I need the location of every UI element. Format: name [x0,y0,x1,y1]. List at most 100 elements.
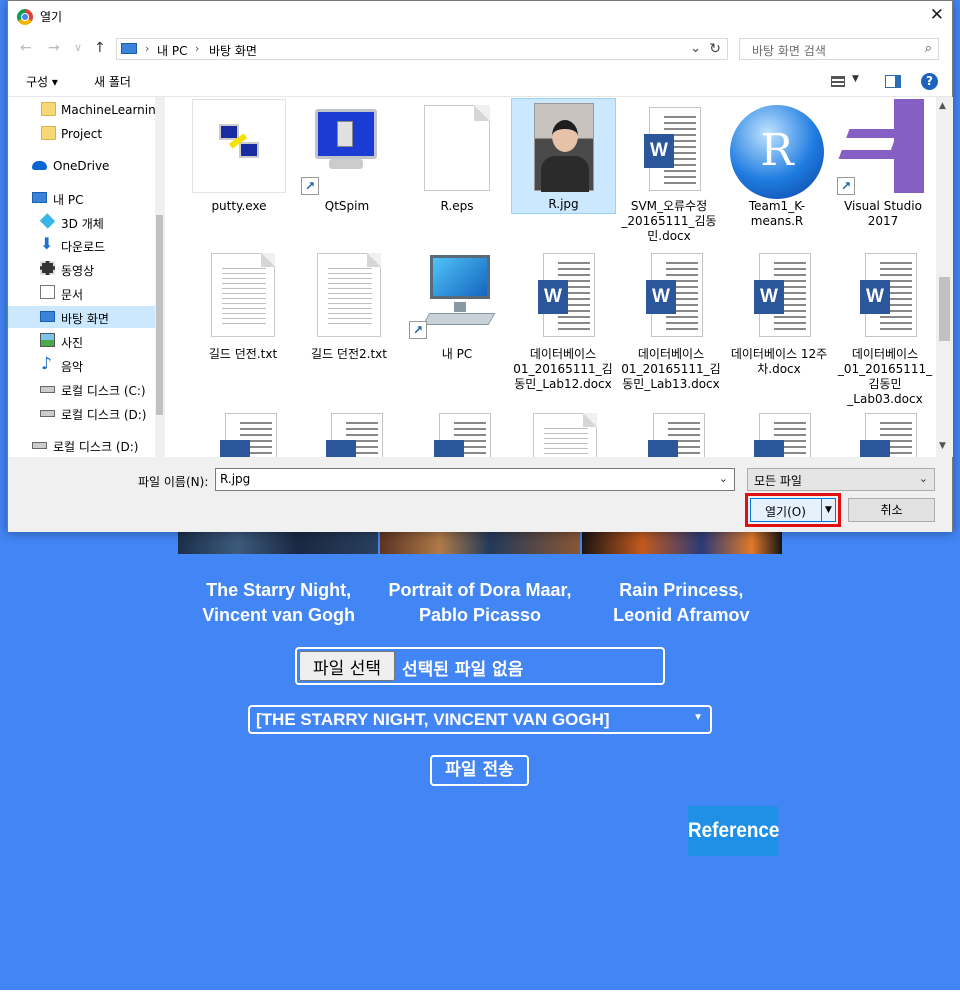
breadcrumb-this-pc[interactable]: 내 PC [157,42,187,59]
file-partial[interactable] [195,413,295,457]
filename-label: 파일 이름(N): [138,475,209,489]
file-r-eps[interactable]: R.eps [407,99,507,239]
file-name: 데이터베이스01_20165111_김동민_Lab12.docx [513,347,613,391]
file-db-lab13-docx[interactable]: W 데이터베이스01_20165111_김동민_Lab13.docx [621,247,721,407]
putty-icon [192,99,286,193]
file-r-jpg[interactable]: R.jpg [511,98,616,214]
file-guild-dungeon2-txt[interactable]: 길드 던전2.txt [299,247,399,387]
sidebar-item-label: MachineLearning [61,103,155,117]
dialog-toolbar: 구성 ▾ 새 폴더 ▼ ? [8,67,952,97]
sidebar-item-label: 로컬 디스크 (D:) [61,408,147,422]
sidebar-item-3d-objects[interactable]: 3D 개체 [8,211,155,233]
search-input[interactable]: 바탕 화면 검색 ⌕ [739,38,939,60]
scroll-down-icon[interactable]: ▼ [939,441,946,451]
video-icon [40,261,55,275]
file-partial[interactable] [409,413,509,457]
file-name: Visual Studio 2017 [844,199,922,228]
scroll-up-icon[interactable]: ▲ [939,101,946,111]
qtspim-icon [311,109,383,171]
reference-button[interactable]: Reference [688,806,779,856]
file-list-scroll-thumb[interactable] [939,277,950,341]
file-name: 데이터베이스01_20165111_김동민_Lab13.docx [621,347,721,391]
recent-locations-icon[interactable]: ∨ [74,41,82,54]
file-qtspim[interactable]: ↗ QtSpim [297,99,397,239]
chrome-icon [17,9,33,25]
sidebar-item-downloads[interactable]: ⬇ 다운로드 [8,234,155,256]
new-folder-button[interactable]: 새 폴더 [94,73,131,90]
sidebar-item-music[interactable]: ♪ 음악 [8,354,155,376]
sidebar-scroll-thumb[interactable] [156,215,163,415]
sidebar-item-drive-d[interactable]: 로컬 디스크 (D:) [8,402,155,424]
file-visual-studio[interactable]: ↗ Visual Studio 2017 [833,99,933,239]
close-icon[interactable]: ✕ [930,5,944,25]
computer-icon [420,255,496,335]
forward-arrow-icon[interactable]: → [48,40,60,56]
preview-pane-icon[interactable] [885,75,901,88]
pc-icon [32,192,47,203]
sidebar-scrollbar[interactable] [155,97,164,457]
style-select[interactable]: [THE STARRY NIGHT, VINCENT VAN GOGH] ▼ [248,705,712,734]
organize-button[interactable]: 구성 ▾ [26,73,58,90]
file-partial[interactable] [301,413,401,457]
sidebar-item-label: Project [61,127,103,141]
file-partial[interactable] [835,413,935,457]
file-name: SVM_오류수정_20165111_김동민.docx [621,199,717,243]
view-dropdown-icon[interactable]: ▼ [852,74,859,84]
word-doc-icon [860,413,917,457]
open-button[interactable]: 열기(O) ▼ [750,498,836,522]
sidebar-item-documents[interactable]: 문서 [8,282,155,304]
file-guild-dungeon-txt[interactable]: 길드 던전.txt [193,247,293,387]
breadcrumb-desktop[interactable]: 바탕 화면 [209,42,257,59]
file-db-week12-docx[interactable]: W 데이터베이스 12주차.docx [729,247,829,407]
text-file-icon [317,253,381,337]
sidebar-item-onedrive[interactable]: OneDrive [8,155,155,177]
sidebar-item-label: 동영상 [61,264,95,278]
file-list-scrollbar[interactable]: ▲ ▼ [936,97,953,457]
address-bar[interactable]: › 내 PC › 바탕 화면 ⌄ ↻ [116,38,728,60]
submit-file-button[interactable]: 파일 전송 [430,755,529,786]
up-arrow-icon[interactable]: ↑ [94,40,106,56]
chevron-down-icon[interactable]: ⌄ [719,472,728,485]
file-input[interactable]: 파일 선택 선택된 파일 없음 [295,647,665,685]
caption-dora-maar: Portrait of Dora Maar, Pablo Picasso [379,578,580,628]
file-db-lab03-docx[interactable]: W 데이터베이스_01_20165111_김동민_Lab03.docx [835,247,935,407]
view-options-icon[interactable] [831,76,845,87]
help-icon[interactable]: ? [921,73,938,90]
refresh-icon[interactable]: ↻ [709,41,721,57]
file-type-select[interactable]: 모든 파일 ⌄ [747,468,935,491]
sidebar-item-machinelearning[interactable]: MachineLearning [8,99,155,121]
sidebar-item-drive-d-root[interactable]: 로컬 디스크 (D:) [8,434,155,456]
back-arrow-icon[interactable]: ← [20,40,32,56]
open-split-dropdown-icon[interactable]: ▼ [821,499,835,521]
file-db-lab12-docx[interactable]: W 데이터베이스01_20165111_김동민_Lab12.docx [513,247,613,407]
sidebar-item-label: 다운로드 [61,240,106,254]
file-putty-exe[interactable]: putty.exe [189,99,289,239]
sidebar-item-project[interactable]: Project [8,123,155,145]
choose-file-button[interactable]: 파일 선택 [299,651,395,681]
file-team1-kmeans-r[interactable]: R Team1_K-means.R [727,99,827,249]
file-this-pc[interactable]: ↗ 내 PC [407,247,507,387]
file-partial[interactable] [623,413,723,457]
sidebar-item-pictures[interactable]: 사진 [8,330,155,352]
word-doc-icon: W [644,107,701,191]
cancel-button[interactable]: 취소 [848,498,935,522]
file-svm-docx[interactable]: W SVM_오류수정_20165111_김동민.docx [619,99,719,249]
file-type-value: 모든 파일 [754,474,802,488]
sidebar-item-this-pc[interactable]: 내 PC [8,187,155,209]
pc-icon [121,43,137,54]
chevron-down-icon[interactable]: ⌄ [690,41,701,56]
sidebar-item-label: OneDrive [53,159,110,173]
sidebar-item-videos[interactable]: 동영상 [8,258,155,280]
caption-line: The Starry Night, [206,580,352,600]
navigation-bar: ← → ∨ ↑ › 내 PC › 바탕 화면 ⌄ ↻ 바탕 화면 검색 ⌕ [8,31,952,67]
file-partial[interactable] [729,413,829,457]
sidebar-item-desktop[interactable]: 바탕 화면 [8,306,155,328]
dora-maar-image [380,532,580,554]
sidebar-item-label: 내 PC [53,193,84,207]
painting-captions: The Starry Night, Vincent van Gogh Portr… [178,578,782,628]
file-partial[interactable] [515,413,615,457]
text-file-icon [211,253,275,337]
sidebar-item-drive-c[interactable]: 로컬 디스크 (C:) [8,378,155,400]
file-name: 길드 던전.txt [208,347,278,361]
filename-input[interactable]: R.jpg ⌄ [215,468,735,491]
